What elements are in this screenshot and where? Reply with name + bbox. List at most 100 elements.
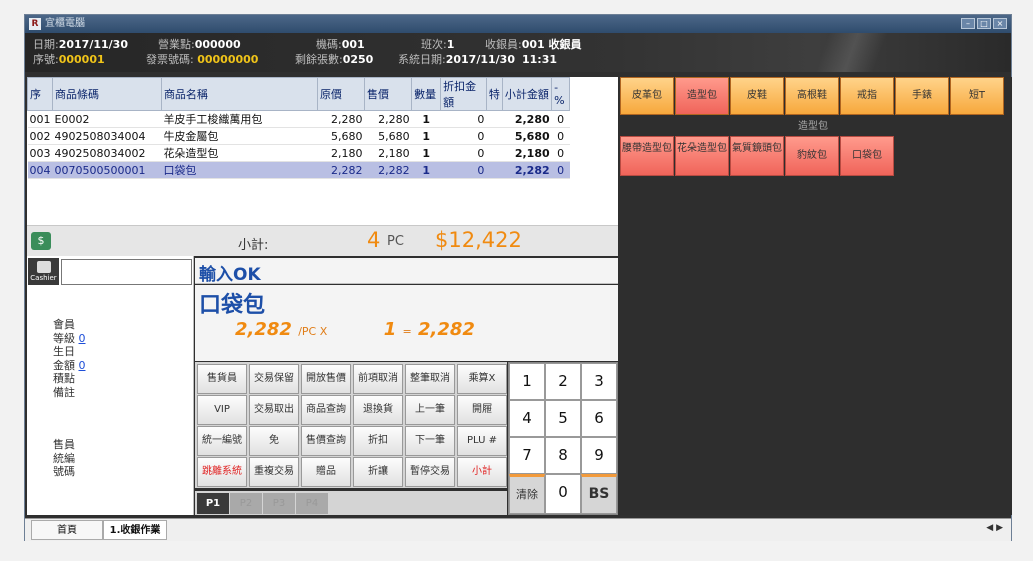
tab-checkout[interactable]: 1.收銀作業 (103, 520, 167, 540)
category-leather-shoes[interactable]: 皮鞋 (730, 77, 784, 115)
next-button[interactable]: 下一筆 (405, 426, 455, 456)
per-unit-label: /PC X (298, 325, 328, 338)
remaining-label: 剩餘張數: (295, 53, 343, 66)
product-query-button[interactable]: 商品查詢 (301, 395, 351, 425)
salesperson-button[interactable]: 售貨員 (197, 364, 247, 394)
product-flower-bag[interactable]: 花朵造型包 (675, 136, 729, 176)
key-4[interactable]: 4 (509, 400, 545, 437)
category-watches[interactable]: 手錶 (895, 77, 949, 115)
exit-system-button[interactable]: 跳離系統 (197, 457, 247, 487)
cell-price: 5,680 (364, 127, 412, 145)
page-2-button[interactable]: P2 (230, 493, 262, 514)
subtotal-label: 小計: (238, 238, 269, 253)
app-title: 宜櫃電腦 (45, 18, 85, 29)
clear-button[interactable]: 清除 (509, 474, 545, 514)
free-button[interactable]: 免 (249, 426, 299, 456)
key-1[interactable]: 1 (509, 363, 545, 400)
unit-price: 2,282 (235, 319, 292, 340)
recall-transaction-button[interactable]: 交易取出 (249, 395, 299, 425)
tab-scroll-arrows-icon[interactable]: ◀ ▶ (986, 523, 1003, 533)
cashier-icon[interactable]: Cashier (28, 258, 59, 285)
cell-name: 羊皮手工梭織萬用包 (161, 110, 318, 128)
price-query-button[interactable]: 售價查詢 (301, 426, 351, 456)
multiply-button[interactable]: 乘算X (457, 364, 507, 394)
gift-button[interactable]: 贈品 (301, 457, 351, 487)
key-3[interactable]: 3 (581, 363, 617, 400)
machine-label: 機碼: (316, 38, 342, 51)
table-row[interactable]: 002 4902508034004 牛皮金屬包 5,680 5,680 1 0 … (27, 127, 570, 145)
category-high-heels[interactable]: 高根鞋 (785, 77, 839, 115)
cell-special (486, 144, 503, 162)
repeat-transaction-button[interactable]: 重複交易 (249, 457, 299, 487)
table-row[interactable]: 001 E0002 羊皮手工梭織萬用包 2,280 2,280 1 0 2,28… (27, 110, 570, 128)
col-name: 商品名稱 (160, 77, 318, 111)
cell-seq: 002 (27, 127, 53, 145)
store-value: 000000 (194, 38, 241, 51)
previous-button[interactable]: 上一筆 (405, 395, 455, 425)
close-icon[interactable]: × (993, 18, 1007, 29)
key-5[interactable]: 5 (545, 400, 581, 437)
tab-home[interactable]: 首頁 (31, 520, 103, 540)
cell-special (486, 161, 503, 179)
amount-value[interactable]: 0 (79, 359, 86, 372)
key-9[interactable]: 9 (581, 437, 617, 474)
void-item-button[interactable]: 前項取消 (353, 364, 403, 394)
open-drawer-button[interactable]: 開屜 (457, 395, 507, 425)
cell-seq: 004 (27, 161, 53, 179)
category-style-bag[interactable]: 造型包 (675, 77, 729, 115)
pause-transaction-button[interactable]: 暫停交易 (405, 457, 455, 487)
key-0[interactable]: 0 (545, 474, 581, 514)
page-3-button[interactable]: P3 (263, 493, 295, 514)
key-2[interactable]: 2 (545, 363, 581, 400)
category-leather-bag[interactable]: 皮革包 (620, 77, 674, 115)
allowance-button[interactable]: 折讓 (353, 457, 403, 487)
page-4-button[interactable]: P4 (296, 493, 328, 514)
return-exchange-button[interactable]: 退換貨 (353, 395, 403, 425)
page-1-button[interactable]: P1 (197, 493, 229, 514)
cell-orig-price: 2,280 (317, 110, 365, 128)
machine-value: 001 (341, 38, 365, 51)
key-8[interactable]: 8 (545, 437, 581, 474)
store-label: 營業點: (158, 38, 195, 51)
product-belt-bag[interactable]: 腰帶造型包 (620, 136, 674, 176)
cell-barcode: 0070500500001 (52, 161, 162, 179)
cell-price: 2,180 (364, 144, 412, 162)
cell-barcode: 4902508034004 (52, 127, 162, 145)
open-price-button[interactable]: 開放售價 (301, 364, 351, 394)
product-leopard-bag[interactable]: 豹紋包 (785, 136, 839, 176)
minimize-icon[interactable]: – (961, 18, 975, 29)
key-7[interactable]: 7 (509, 437, 545, 474)
pos-window: R 宜櫃電腦 – □ × 日期:2017/11/30 營業點:000000 機碼… (24, 14, 1012, 541)
void-all-button[interactable]: 整筆取消 (405, 364, 455, 394)
tax-id-button[interactable]: 統一編號 (197, 426, 247, 456)
subtotal-button[interactable]: 小計 (457, 457, 507, 487)
level-value[interactable]: 0 (79, 332, 86, 345)
plu-button[interactable]: PLU # (457, 426, 507, 456)
sysdate-label: 系統日期: (398, 53, 446, 66)
money-icon[interactable]: $ (31, 232, 51, 250)
key-6[interactable]: 6 (581, 400, 617, 437)
cell-name: 牛皮金屬包 (161, 127, 318, 145)
cell-discount: 0 (440, 144, 487, 162)
table-row[interactable]: 003 4902508034002 花朵造型包 2,180 2,180 1 0 … (27, 144, 570, 162)
product-elegant-bag[interactable]: 氣質鏡頭包 (730, 136, 784, 176)
subtotal-unit: PC (387, 234, 404, 249)
category-rings[interactable]: 戒指 (840, 77, 894, 115)
cell-pct: 0 (551, 161, 570, 179)
category-tshirt[interactable]: 短T (950, 77, 1004, 115)
maximize-icon[interactable]: □ (977, 18, 991, 29)
hold-transaction-button[interactable]: 交易保留 (249, 364, 299, 394)
equals-sign: = (402, 325, 412, 338)
cell-qty: 1 (411, 110, 441, 128)
product-name: 口袋包 (199, 293, 266, 318)
barcode-input[interactable] (61, 259, 192, 285)
discount-button[interactable]: 折扣 (353, 426, 403, 456)
cashier-icon-label: Cashier (30, 274, 57, 282)
vip-button[interactable]: VIP (197, 395, 247, 425)
col-price: 售價 (364, 77, 413, 111)
level-row: 等級 0 (53, 332, 86, 346)
item-list[interactable]: 序 商品條碼 商品名稱 原價 售價 數量 折扣金額 特 小計金額 -% 001 … (27, 77, 618, 225)
backspace-button[interactable]: BS (581, 474, 617, 514)
product-pocket-bag[interactable]: 口袋包 (840, 136, 894, 176)
table-row-selected[interactable]: 004 0070500500001 口袋包 2,282 2,282 1 0 2,… (27, 161, 570, 179)
